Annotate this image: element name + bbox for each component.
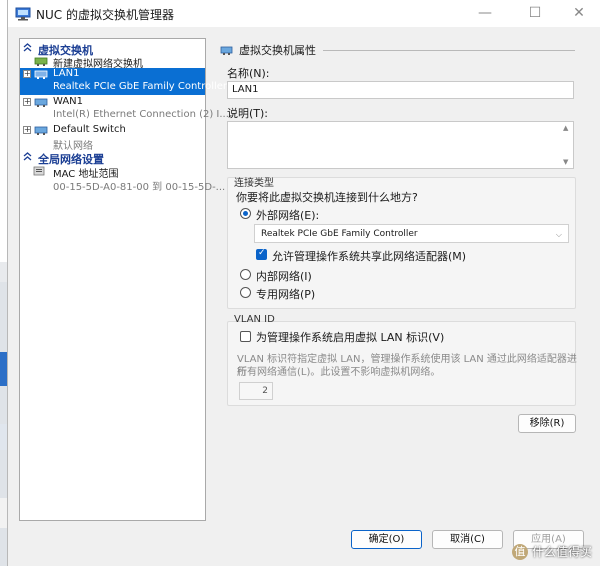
properties-title: 虚拟交换机属性 <box>239 44 316 57</box>
description-label: 说明(T): <box>227 107 269 120</box>
switch-adapter: Intel(R) Ethernet Connection (2) I... <box>53 109 229 120</box>
collapse-chevron-icon <box>23 43 32 52</box>
vlan-id-stepper[interactable]: 2 <box>239 382 273 400</box>
switch-item-lan1[interactable]: + LAN1 Realtek PCIe GbE Family Controlle… <box>20 68 227 95</box>
network-switch-icon <box>220 46 233 55</box>
name-label: 名称(N): <box>227 67 270 80</box>
switch-adapter: 默认网络 <box>53 141 93 152</box>
switch-item-default[interactable]: + Default Switch 默认网络 <box>20 124 205 152</box>
vlan-id-label: VLAN ID <box>234 314 275 325</box>
switch-name: LAN1 <box>53 68 80 79</box>
remove-button[interactable]: 移除(R) <box>518 414 576 433</box>
private-network-radio[interactable] <box>240 287 251 298</box>
switch-name: Default Switch <box>53 124 126 135</box>
network-adapter-icon <box>34 70 48 79</box>
mac-address-icon <box>33 166 45 176</box>
expand-plus-icon[interactable]: + <box>23 70 31 78</box>
description-textarea[interactable]: ▲ ▼ <box>227 121 574 169</box>
scroll-up-icon[interactable]: ▲ <box>563 124 568 132</box>
external-network-label: 外部网络(E): <box>256 209 320 222</box>
enable-vlan-label: 为管理操作系统启用虚拟 LAN 标识(V) <box>256 331 445 344</box>
vlan-description-line-2: 所有网络通信(L)。此设置不影响虚拟机网络。 <box>237 367 441 378</box>
switch-manager-window: NUC 的虚拟交换机管理器 — ☐ ✕ 虚拟交换机 新建虚拟网络交换机 + LA <box>7 0 600 566</box>
mac-range-value: 00-15-5D-A0-81-00 到 00-15-5D-... <box>53 182 226 193</box>
ok-button[interactable]: 确定(O) <box>351 530 422 549</box>
watermark: 值 什么值得买 <box>511 543 592 560</box>
new-virtual-switch-item[interactable]: 新建虚拟网络交换机 <box>20 55 205 70</box>
properties-header: 虚拟交换机属性 <box>220 42 316 58</box>
network-switch-icon <box>34 57 48 66</box>
network-adapter-icon <box>34 98 48 107</box>
section-global-network-settings[interactable]: 全局网络设置 <box>20 151 205 166</box>
connection-type-label: 连接类型 <box>234 178 274 189</box>
switch-properties-panel: 虚拟交换机属性 名称(N): LAN1 说明(T): ▲ ▼ 连接类型 你要将此… <box>212 38 586 521</box>
header-divider <box>323 50 575 51</box>
adapter-selected-value: Realtek PCIe GbE Family Controller <box>261 229 418 239</box>
private-network-label: 专用网络(P) <box>256 288 316 301</box>
switch-name-input[interactable]: LAN1 <box>227 81 574 99</box>
switch-item-wan1[interactable]: + WAN1 Intel(R) Ethernet Connection (2) … <box>20 96 229 123</box>
mac-address-range-item[interactable]: MAC 地址范围 00-15-5D-A0-81-00 到 00-15-5D-..… <box>20 165 225 193</box>
expand-plus-icon[interactable]: + <box>23 98 31 106</box>
internal-network-label: 内部网络(I) <box>256 270 312 283</box>
adapter-select[interactable]: Realtek PCIe GbE Family Controller ⌵ <box>254 224 569 243</box>
chevron-down-icon: ⌵ <box>555 230 562 239</box>
allow-management-share-label: 允许管理操作系统共享此网络适配器(M) <box>272 250 467 263</box>
internal-network-radio[interactable] <box>240 269 251 280</box>
title-bar: NUC 的虚拟交换机管理器 — ☐ ✕ <box>8 0 600 27</box>
switch-tree-panel[interactable]: 虚拟交换机 新建虚拟网络交换机 + LAN1 Realtek PCIe GbE … <box>19 38 229 521</box>
description-scrollbar[interactable]: ▲ ▼ <box>561 122 573 168</box>
maximize-button[interactable]: ☐ <box>512 0 558 27</box>
switch-manager-app-icon <box>15 7 31 21</box>
connection-question: 你要将此虚拟交换机连接到什么地方? <box>236 191 418 204</box>
minimize-button[interactable]: — <box>462 0 508 27</box>
window-title: NUC 的虚拟交换机管理器 <box>36 8 174 22</box>
expand-plus-icon[interactable]: + <box>23 126 31 134</box>
external-network-radio[interactable] <box>240 208 251 219</box>
watermark-text: 什么值得买 <box>531 545 592 559</box>
allow-management-share-checkbox[interactable] <box>256 248 267 260</box>
switch-name: WAN1 <box>53 96 84 107</box>
close-button[interactable]: ✕ <box>556 0 600 27</box>
network-adapter-icon <box>34 126 48 135</box>
enable-vlan-checkbox[interactable] <box>240 331 251 342</box>
cancel-button[interactable]: 取消(C) <box>432 530 503 549</box>
collapse-chevron-icon <box>23 152 32 161</box>
scroll-down-icon[interactable]: ▼ <box>563 158 568 166</box>
switch-adapter: Realtek PCIe GbE Family Controller <box>53 81 228 92</box>
watermark-logo-icon: 值 <box>511 543 528 560</box>
section-virtual-switches[interactable]: 虚拟交换机 <box>20 42 205 57</box>
